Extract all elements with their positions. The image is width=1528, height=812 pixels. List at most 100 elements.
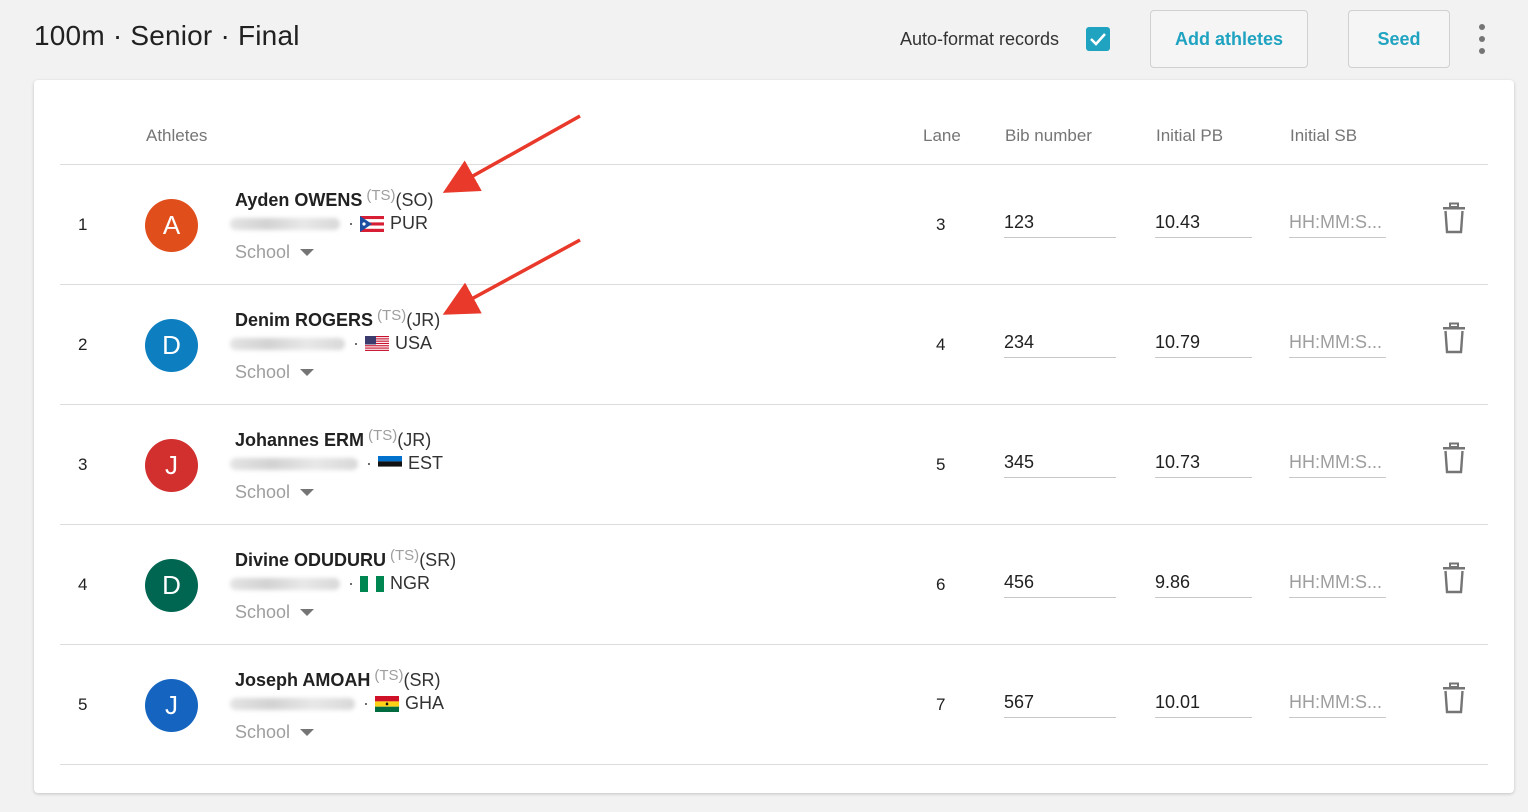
athlete-name-line: Joseph AMOAH (TS)(SR) <box>235 667 441 691</box>
auto-format-checkbox[interactable] <box>1086 27 1110 51</box>
gha-flag-icon <box>375 693 405 714</box>
initial-pb-input[interactable]: 10.73 <box>1155 440 1252 478</box>
lane-number: 6 <box>936 575 946 594</box>
column-header-lane: Lane <box>923 126 961 145</box>
pur-flag-icon <box>360 213 390 234</box>
separator-dot: · <box>353 333 359 353</box>
athlete-name[interactable]: Denim ROGERS <box>235 310 373 330</box>
trash-icon[interactable] <box>1442 682 1466 714</box>
check-icon <box>1090 33 1106 46</box>
athletes-table: Athletes Lane Bib number Initial PB Init… <box>34 80 1514 793</box>
athlete-name-line: Johannes ERM (TS)(JR) <box>235 427 431 451</box>
page-title: 100m · Senior · Final <box>34 20 300 51</box>
avatar-initial: J <box>165 690 178 720</box>
table-row: 1 A Ayden OWENS (TS)(SO) · PUR School 3 1… <box>34 165 1514 285</box>
avatar: D <box>145 319 198 372</box>
bib-number-input[interactable]: 123 <box>1004 200 1116 238</box>
avatar: J <box>145 679 198 732</box>
school-dropdown[interactable]: School <box>235 482 315 503</box>
lane-number: 7 <box>936 695 946 714</box>
initial-pb-input[interactable]: 9.86 <box>1155 560 1252 598</box>
column-header-athletes: Athletes <box>146 126 208 145</box>
initial-sb-input[interactable]: HH:MM:S... <box>1289 560 1386 598</box>
separator-dot: · <box>348 213 354 233</box>
table-row: 3 J Johannes ERM (TS)(JR) · EST School 5 … <box>34 405 1514 525</box>
bib-number-input[interactable]: 456 <box>1004 560 1116 598</box>
more-vert-icon[interactable] <box>1470 24 1494 56</box>
country-code: PUR <box>390 213 429 233</box>
athlete-name[interactable]: Johannes ERM <box>235 430 364 450</box>
school-dropdown[interactable]: School <box>235 722 315 743</box>
trash-icon[interactable] <box>1442 202 1466 234</box>
school-label: School <box>235 722 291 742</box>
avatar-initial: D <box>162 330 181 360</box>
country-code: GHA <box>405 693 445 713</box>
avatar-initial: A <box>162 210 181 240</box>
ts-marker: (TS) <box>368 427 398 444</box>
rank-number: 3 <box>78 455 88 474</box>
athlete-name[interactable]: Joseph AMOAH <box>235 670 370 690</box>
table-row: 2 D Denim ROGERS (TS)(JR) · USA School 4 … <box>34 285 1514 405</box>
country-code: NGR <box>390 573 430 593</box>
caret-down-icon <box>300 369 315 376</box>
redacted-text <box>230 217 340 230</box>
athlete-class: (JR) <box>397 430 432 450</box>
school-label: School <box>235 362 291 382</box>
top-bar: 100m · Senior · Final Auto-format record… <box>0 0 1528 80</box>
athlete-info-line: · PUR <box>230 213 428 234</box>
initial-sb-input[interactable]: HH:MM:S... <box>1289 440 1386 478</box>
athlete-info-line: · EST <box>230 453 443 474</box>
redacted-text <box>230 457 358 470</box>
school-dropdown[interactable]: School <box>235 362 315 383</box>
avatar-initial: J <box>165 450 178 480</box>
seed-button[interactable]: Seed <box>1348 10 1450 68</box>
avatar: A <box>145 199 198 252</box>
athlete-name[interactable]: Ayden OWENS <box>235 190 362 210</box>
column-header-bib: Bib number <box>1005 126 1092 145</box>
row-divider <box>60 764 1488 765</box>
ts-marker: (TS) <box>377 307 407 324</box>
trash-icon[interactable] <box>1442 322 1466 354</box>
avatar: D <box>145 559 198 612</box>
initial-pb-input[interactable]: 10.43 <box>1155 200 1252 238</box>
ngr-flag-icon <box>360 573 390 594</box>
initial-pb-input[interactable]: 10.79 <box>1155 320 1252 358</box>
rank-number: 5 <box>78 695 88 714</box>
bib-number-input[interactable]: 345 <box>1004 440 1116 478</box>
ts-marker: (TS) <box>390 547 420 564</box>
school-label: School <box>235 242 291 262</box>
rank-number: 4 <box>78 575 88 594</box>
initial-sb-input[interactable]: HH:MM:S... <box>1289 680 1386 718</box>
rank-number: 1 <box>78 215 88 234</box>
separator-dot: · <box>348 573 354 593</box>
athlete-class: (SO) <box>395 190 434 210</box>
redacted-text <box>230 577 340 590</box>
school-dropdown[interactable]: School <box>235 602 315 623</box>
est-flag-icon <box>378 453 408 474</box>
bib-number-input[interactable]: 234 <box>1004 320 1116 358</box>
athlete-name-line: Denim ROGERS (TS)(JR) <box>235 307 440 331</box>
usa-flag-icon <box>365 333 395 354</box>
column-header-sb: Initial SB <box>1290 126 1358 145</box>
lane-number: 5 <box>936 455 946 474</box>
school-dropdown[interactable]: School <box>235 242 315 263</box>
initial-sb-input[interactable]: HH:MM:S... <box>1289 320 1386 358</box>
athlete-info-line: · NGR <box>230 573 430 594</box>
auto-format-label: Auto-format records <box>900 29 1060 49</box>
caret-down-icon <box>300 249 315 256</box>
add-athletes-button[interactable]: Add athletes <box>1150 10 1308 68</box>
country-code: EST <box>408 453 444 473</box>
athlete-name-line: Divine ODUDURU (TS)(SR) <box>235 547 456 571</box>
initial-sb-input[interactable]: HH:MM:S... <box>1289 200 1386 238</box>
redacted-text <box>230 337 345 350</box>
athlete-info-line: · USA <box>230 333 432 354</box>
trash-icon[interactable] <box>1442 442 1466 474</box>
bib-number-input[interactable]: 567 <box>1004 680 1116 718</box>
school-label: School <box>235 602 291 622</box>
trash-icon[interactable] <box>1442 562 1466 594</box>
separator-dot: · <box>363 693 369 713</box>
column-header-pb: Initial PB <box>1156 126 1224 145</box>
redacted-text <box>230 697 355 710</box>
initial-pb-input[interactable]: 10.01 <box>1155 680 1252 718</box>
athlete-name[interactable]: Divine ODUDURU <box>235 550 386 570</box>
